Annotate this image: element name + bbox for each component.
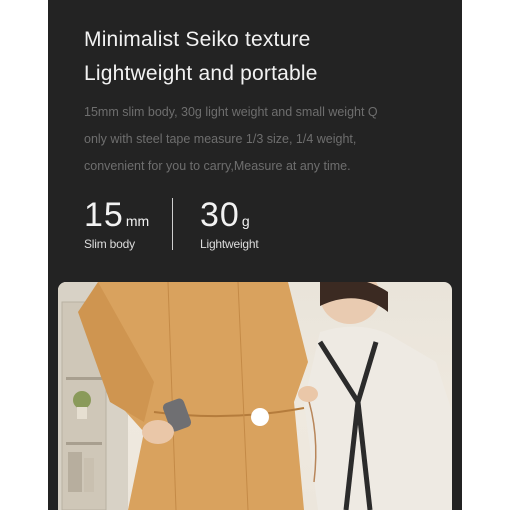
stat-caption: Lightweight bbox=[200, 237, 259, 251]
shelf-board bbox=[66, 442, 102, 445]
vase-icon bbox=[77, 407, 87, 419]
stat-lightweight: 30 g Lightweight bbox=[200, 196, 259, 251]
photo-illustration bbox=[58, 282, 452, 510]
stat-slim-body: 15 mm Slim body bbox=[84, 196, 149, 251]
stat-divider bbox=[172, 198, 173, 250]
stat-caption: Slim body bbox=[84, 237, 135, 251]
shelf-board bbox=[66, 377, 102, 380]
tape-hook bbox=[251, 408, 269, 426]
hand bbox=[142, 420, 174, 444]
headline-line-2: Lightweight and portable bbox=[84, 62, 318, 85]
stat-unit: g bbox=[241, 213, 250, 229]
plant-icon bbox=[73, 391, 91, 409]
description-line: only with steel tape measure 1/3 size, 1… bbox=[84, 132, 357, 146]
stat-value: 15 bbox=[84, 196, 124, 234]
description-line: convenient for you to carry,Measure at a… bbox=[84, 159, 351, 173]
hand bbox=[298, 386, 318, 402]
product-photo bbox=[58, 282, 452, 510]
description-text: 15mm slim body, 30g light weight and sma… bbox=[84, 99, 434, 180]
book-icon bbox=[68, 452, 82, 492]
stat-value: 30 bbox=[200, 196, 240, 234]
book-icon bbox=[84, 458, 94, 492]
product-banner: Minimalist Seiko texture Lightweight and… bbox=[48, 0, 462, 510]
description-line: 15mm slim body, 30g light weight and sma… bbox=[84, 105, 378, 119]
stat-unit: mm bbox=[125, 213, 150, 229]
headline-line-1: Minimalist Seiko texture bbox=[84, 28, 311, 51]
